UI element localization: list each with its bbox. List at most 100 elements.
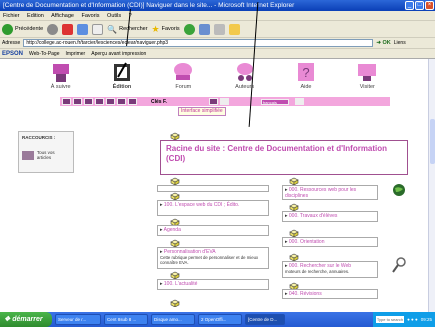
speech-bubble-icon bbox=[174, 63, 193, 80]
shortcut-all-articles[interactable]: Tous vos articles bbox=[22, 150, 70, 160]
language-select[interactable]: français bbox=[260, 98, 289, 105]
maximize-button[interactable]: □ bbox=[415, 1, 424, 10]
address-input[interactable]: http://college.ac-rouen.fr/tarcier/lesci… bbox=[23, 39, 374, 47]
section-block[interactable]: ▸ 100. L'espace web du CDI ; Édito. bbox=[157, 200, 269, 216]
toolbar-tile-icon[interactable] bbox=[106, 98, 115, 105]
section-title: 000. Orientation bbox=[288, 239, 325, 245]
history-icon[interactable] bbox=[183, 23, 195, 35]
taskbar-button[interactable]: Cent 8sub 8 ... bbox=[104, 314, 148, 325]
admin-toolbar: Clés F. français bbox=[60, 97, 390, 106]
minimize-button[interactable]: _ bbox=[405, 1, 414, 10]
nav-item-edition[interactable]: Édition bbox=[102, 61, 142, 97]
back-button[interactable]: Précédente bbox=[2, 23, 44, 35]
display-icon[interactable] bbox=[219, 98, 229, 105]
web-page: À suivre Édition Forum Auteurs ? Aide Vi… bbox=[0, 59, 428, 312]
back-label: Précédente bbox=[15, 26, 44, 32]
menu-bar: Fichier Edition Affichage Favoris Outils… bbox=[0, 11, 435, 21]
go-button[interactable]: ➜ OK bbox=[376, 38, 390, 49]
nav-label: Visiter bbox=[359, 84, 375, 90]
print-button[interactable]: Imprimer bbox=[66, 49, 86, 58]
web-to-page-button[interactable]: Web-To-Page bbox=[29, 49, 59, 58]
start-button[interactable]: ❖ démarrer bbox=[0, 312, 52, 327]
menu-view[interactable]: Affichage bbox=[51, 13, 74, 19]
taskbar-button[interactable]: Serveur de r... bbox=[55, 314, 101, 325]
nav-item-visit[interactable]: Visiter bbox=[347, 61, 387, 97]
section-block[interactable]: ▸ 000. Orientation bbox=[282, 237, 378, 247]
forward-arrow-icon[interactable] bbox=[47, 23, 59, 35]
menu-favorites[interactable]: Favoris bbox=[81, 13, 99, 19]
toolbar-tile-icon[interactable] bbox=[84, 98, 93, 105]
section-title: 000. Travaux d'élèves bbox=[288, 213, 338, 219]
pencil-icon bbox=[113, 62, 130, 81]
print-icon[interactable] bbox=[213, 23, 225, 35]
folder-icon[interactable] bbox=[228, 23, 240, 35]
taskbar-button[interactable]: [Centre de D... bbox=[245, 314, 285, 325]
refresh-icon[interactable] bbox=[77, 23, 89, 35]
tooltip: Interface simplifiée bbox=[178, 107, 226, 116]
question-icon: ? bbox=[297, 63, 314, 81]
toolbar: Précédente 🔍 Rechercher ★ Favoris bbox=[0, 21, 435, 38]
close-button[interactable]: × bbox=[425, 1, 434, 10]
star-icon: ★ bbox=[151, 23, 160, 34]
nav-item-forum[interactable]: Forum bbox=[163, 61, 203, 97]
search-label: Rechercher bbox=[119, 26, 148, 32]
monitor-icon bbox=[358, 64, 377, 81]
cube-icon bbox=[289, 177, 299, 185]
section-block[interactable]: ▸ 000. Travaux d'élèves bbox=[282, 211, 378, 222]
screen: [Centre de Documentation et d'Informatio… bbox=[0, 0, 435, 327]
mail-icon[interactable] bbox=[198, 23, 210, 35]
search-box[interactable]: Type to search bbox=[375, 316, 405, 323]
vertical-scrollbar[interactable] bbox=[428, 59, 435, 312]
menu-edit[interactable]: Edition bbox=[27, 13, 44, 19]
toolbar-tile-icon[interactable] bbox=[128, 98, 137, 105]
taskbar-button[interactable]: 2 OpenOffi... bbox=[198, 314, 242, 325]
nav-label: À suivre bbox=[50, 84, 71, 90]
nav-item-help[interactable]: ? Aide bbox=[286, 61, 326, 97]
nav-item-authors[interactable]: Auteurs bbox=[225, 61, 265, 97]
section-description: Cette rubrique permet de personnaliser e… bbox=[160, 255, 259, 265]
help-square-icon[interactable] bbox=[294, 98, 304, 105]
epson-logo: EPSON bbox=[2, 51, 24, 57]
keys-label: Clés F. bbox=[151, 98, 167, 105]
epson-toolbar: EPSON Web-To-Page Imprimer Aperçu avant … bbox=[0, 49, 435, 59]
home-icon[interactable] bbox=[92, 23, 104, 35]
shortcuts-title: RACCOURCIS : bbox=[22, 135, 56, 140]
toolbar-tile-icon[interactable] bbox=[73, 98, 82, 105]
toolbar-tile-icon[interactable] bbox=[62, 98, 71, 105]
links-label[interactable]: Liens bbox=[394, 38, 406, 49]
cube-icon bbox=[289, 203, 299, 211]
site-root-title: Racine du site : Centre de Documentation… bbox=[166, 144, 388, 163]
section-title: 100. L'actualité bbox=[163, 281, 198, 287]
cube-icon bbox=[170, 177, 180, 185]
taskbar-button[interactable]: Disque amo... bbox=[151, 314, 195, 325]
section-block[interactable]: ▸ 040. Révisions bbox=[282, 289, 378, 299]
menu-tools[interactable]: Outils bbox=[107, 13, 121, 19]
section-title: 040. Révisions bbox=[288, 291, 322, 297]
scrollbar-thumb[interactable] bbox=[430, 119, 435, 164]
toolbar-tile-icon[interactable] bbox=[95, 98, 104, 105]
section-block[interactable]: ▸ 000. Rechercher sur le Web moteurs de … bbox=[282, 261, 378, 278]
section-block[interactable]: ▸ 000. Ressources web pour les disciplin… bbox=[282, 185, 378, 200]
print-preview-button[interactable]: Aperçu avant impression bbox=[91, 49, 146, 58]
top-navigation: À suivre Édition Forum Auteurs ? Aide Vi… bbox=[0, 59, 428, 97]
shortcuts-box: RACCOURCIS : Tous vos articles bbox=[18, 131, 74, 173]
clock: 09:25 bbox=[420, 317, 432, 322]
section-block[interactable] bbox=[157, 185, 269, 192]
favorites-button[interactable]: ★ Favoris bbox=[152, 24, 180, 35]
nav-item-follow[interactable]: À suivre bbox=[41, 61, 81, 97]
cube-icon bbox=[170, 299, 180, 307]
menu-file[interactable]: Fichier bbox=[3, 13, 20, 19]
windows-logo-icon: ❖ bbox=[4, 316, 13, 323]
tray-icons: ● ● ● bbox=[407, 317, 418, 322]
section-block[interactable]: ▸ 100. L'actualité bbox=[157, 279, 269, 290]
interface-icon[interactable] bbox=[208, 98, 218, 105]
address-label: Adresse bbox=[2, 39, 21, 46]
cube-icon bbox=[170, 192, 180, 200]
section-block[interactable]: ▸ Agenda bbox=[157, 225, 269, 236]
toolbar-tile-icon[interactable] bbox=[117, 98, 126, 105]
cube-icon bbox=[289, 229, 299, 237]
address-bar: Adresse http://college.ac-rouen.fr/tarci… bbox=[0, 38, 435, 49]
stop-icon[interactable] bbox=[62, 23, 74, 35]
cube-icon bbox=[289, 253, 299, 261]
section-block[interactable]: ▸ Personnalisation d'EVA Cette rubrique … bbox=[157, 247, 269, 269]
